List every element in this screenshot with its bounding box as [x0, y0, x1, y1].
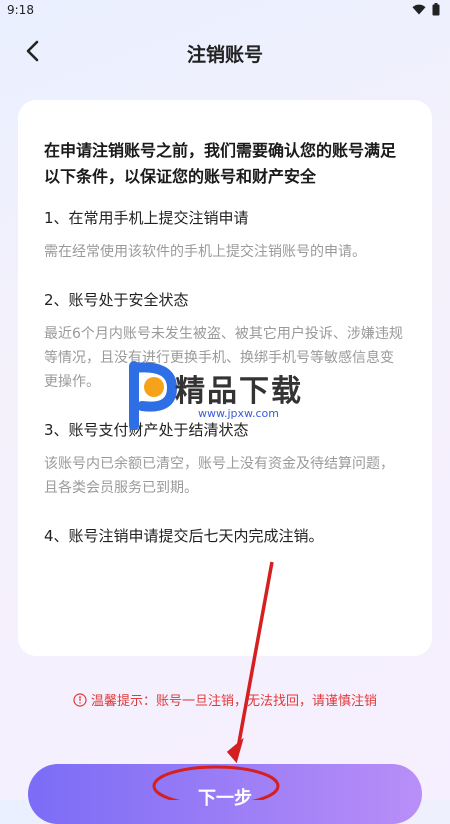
condition-4-title: 4、账号注销申请提交后七天内完成注销。	[44, 527, 324, 545]
info-circle-icon	[73, 692, 87, 707]
status-icons	[412, 3, 440, 16]
battery-icon	[432, 3, 440, 16]
condition-1-title: 1、在常用手机上提交注销申请	[44, 209, 249, 227]
page-title: 注销账号	[186, 44, 263, 66]
wifi-icon	[412, 4, 426, 15]
next-step-button[interactable]: 下一步	[28, 764, 422, 824]
intro-text: 在申请注销账号之前，我们需要确认您的账号满足以下条件，以保证您的账号和财产安全	[44, 141, 397, 186]
condition-3-desc: 该账号内已余额已清空，账号上没有资金及待结算问题，且各类会员服务已到期。	[44, 456, 394, 496]
condition-1-desc: 需在经常使用该软件的手机上提交注销账号的申请。	[44, 244, 366, 260]
condition-3-title: 3、账号支付财产处于结清状态	[44, 421, 249, 439]
conditions-card: 在申请注销账号之前，我们需要确认您的账号满足以下条件，以保证您的账号和财产安全 …	[18, 100, 432, 656]
warning-tip: 温馨提示：账号一旦注销，无法找回，请谨慎注销	[0, 690, 450, 709]
conditions-content: 在申请注销账号之前，我们需要确认您的账号满足以下条件，以保证您的账号和财产安全 …	[44, 138, 406, 558]
status-time: 9:18	[7, 3, 34, 17]
warning-tip-text: 温馨提示：账号一旦注销，无法找回，请谨慎注销	[90, 694, 377, 709]
header: 注销账号	[0, 28, 450, 76]
annotation-arrow-head	[226, 737, 244, 764]
status-bar: 9:18	[0, 0, 450, 20]
condition-2-title: 2、账号处于安全状态	[44, 291, 189, 309]
condition-2-desc: 最近6个月内账号未发生被盗、被其它用户投诉、涉嫌违规等情况，且没有进行更换手机、…	[44, 326, 403, 390]
next-step-label: 下一步	[198, 788, 252, 809]
